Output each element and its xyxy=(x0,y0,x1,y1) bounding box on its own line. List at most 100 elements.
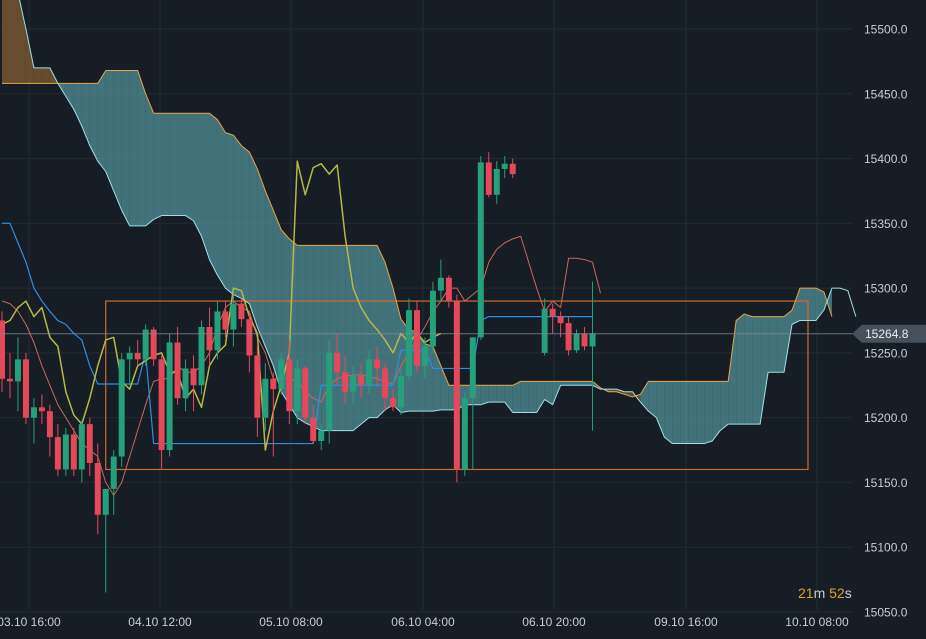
y-tick-label: 15100.0 xyxy=(864,541,908,555)
candle-up xyxy=(405,298,412,382)
countdown-minutes: 21 xyxy=(798,585,814,601)
candle-body xyxy=(286,359,293,412)
y-tick-label: 15250.0 xyxy=(864,346,908,360)
candle-down xyxy=(22,352,29,425)
candle-body xyxy=(86,424,93,463)
candle-body xyxy=(278,359,285,390)
x-tick-label: 06.10 04:00 xyxy=(391,615,455,629)
cloud-segment xyxy=(680,381,689,444)
candle-body xyxy=(573,333,580,351)
cloud-segment xyxy=(9,0,18,84)
candle-body xyxy=(134,352,141,360)
candle-body xyxy=(230,303,237,330)
candle-body xyxy=(398,376,404,408)
candle-up xyxy=(477,155,484,340)
candle-body xyxy=(182,368,189,399)
candle-body xyxy=(581,333,588,347)
cloud-segment xyxy=(233,135,242,299)
cloud-segment xyxy=(193,113,202,237)
cloud-segment xyxy=(512,381,521,413)
candle-body xyxy=(469,337,476,399)
cloud-segment xyxy=(337,245,346,431)
cloud-segment xyxy=(177,113,186,216)
cloud-segment xyxy=(496,385,505,403)
cloud-segment xyxy=(137,70,146,226)
candle-body xyxy=(118,359,125,457)
candle-body xyxy=(206,326,213,351)
cloud-segment xyxy=(129,70,138,226)
cloud-segment xyxy=(520,381,529,413)
candle-body xyxy=(485,162,492,195)
candle-body xyxy=(350,376,357,392)
cloud-segment xyxy=(257,168,266,347)
y-tick-label: 15400.0 xyxy=(864,152,908,166)
candle-body xyxy=(22,359,29,418)
cloud-segment xyxy=(185,113,194,221)
candle-down xyxy=(413,301,420,373)
candle-body xyxy=(493,168,500,195)
candle-down xyxy=(302,365,309,425)
candle-up xyxy=(62,428,69,476)
candle-body xyxy=(222,311,229,330)
candle-body xyxy=(318,430,325,441)
cloud-segment xyxy=(736,314,745,425)
cloud-segment xyxy=(241,145,250,304)
cloud-segment xyxy=(688,381,697,444)
candle-body xyxy=(174,342,181,399)
candle-body xyxy=(38,407,45,412)
candle-body xyxy=(198,326,205,386)
candle-body xyxy=(501,163,508,169)
cloud-segment xyxy=(369,245,378,418)
cloud-segment xyxy=(121,70,130,226)
candle-body xyxy=(94,462,101,515)
candle-body xyxy=(429,290,436,347)
candle-body xyxy=(557,316,564,324)
candle-body xyxy=(405,310,412,377)
current-price-label: 15264.8 xyxy=(865,327,909,341)
candle-body xyxy=(102,488,109,515)
candle-body xyxy=(413,310,420,366)
cloud-segment xyxy=(776,316,785,373)
x-tick-label: 09.10 16:00 xyxy=(654,615,718,629)
candle-body xyxy=(254,355,261,418)
candle-down xyxy=(70,428,77,476)
cloud-segment xyxy=(584,381,593,386)
candle-body xyxy=(437,277,444,291)
cloud-segment xyxy=(576,381,585,386)
candle-body xyxy=(166,342,173,451)
ichimoku-chart[interactable]: 15264.8 15500.0 15450.0 15400.0 15350.0 1530… xyxy=(0,0,926,634)
candle-body xyxy=(421,346,428,366)
candle-body xyxy=(6,378,13,382)
candle-body xyxy=(589,333,596,347)
candle-body xyxy=(310,417,317,441)
candle-body xyxy=(14,359,21,382)
chart-area[interactable]: 15264.8 15500.0 15450.0 15400.0 15350.0 1530… xyxy=(0,0,926,634)
countdown-minutes-unit: m xyxy=(813,585,826,601)
candle-up xyxy=(166,333,173,457)
cloud-segment xyxy=(41,67,50,84)
cloud-segment xyxy=(744,314,753,425)
cloud-segment xyxy=(361,245,370,425)
x-tick-label: 10.10 08:00 xyxy=(785,615,849,629)
cloud-segment xyxy=(696,381,705,444)
cloud-segment xyxy=(568,381,577,386)
cloud-segment xyxy=(704,381,713,444)
candle-body xyxy=(78,424,85,470)
candle-down xyxy=(453,294,460,483)
y-tick-label: 15050.0 xyxy=(864,605,908,619)
candle-body xyxy=(190,368,197,386)
candle-body xyxy=(0,320,5,379)
candle-body xyxy=(342,372,349,392)
countdown-seconds-unit: s xyxy=(844,585,852,601)
x-tick-label: 06.10 20:00 xyxy=(522,615,586,629)
candle-body xyxy=(366,359,373,386)
candle-body xyxy=(390,398,397,408)
candle-body xyxy=(565,323,572,351)
candle-body xyxy=(541,308,548,353)
x-tick-label: 04.10 12:00 xyxy=(128,615,192,629)
cloud-segment xyxy=(113,70,122,211)
cloud-segment xyxy=(488,385,497,403)
candle-body xyxy=(453,301,460,470)
candle-up xyxy=(429,281,436,353)
cloud-segment xyxy=(225,132,234,295)
